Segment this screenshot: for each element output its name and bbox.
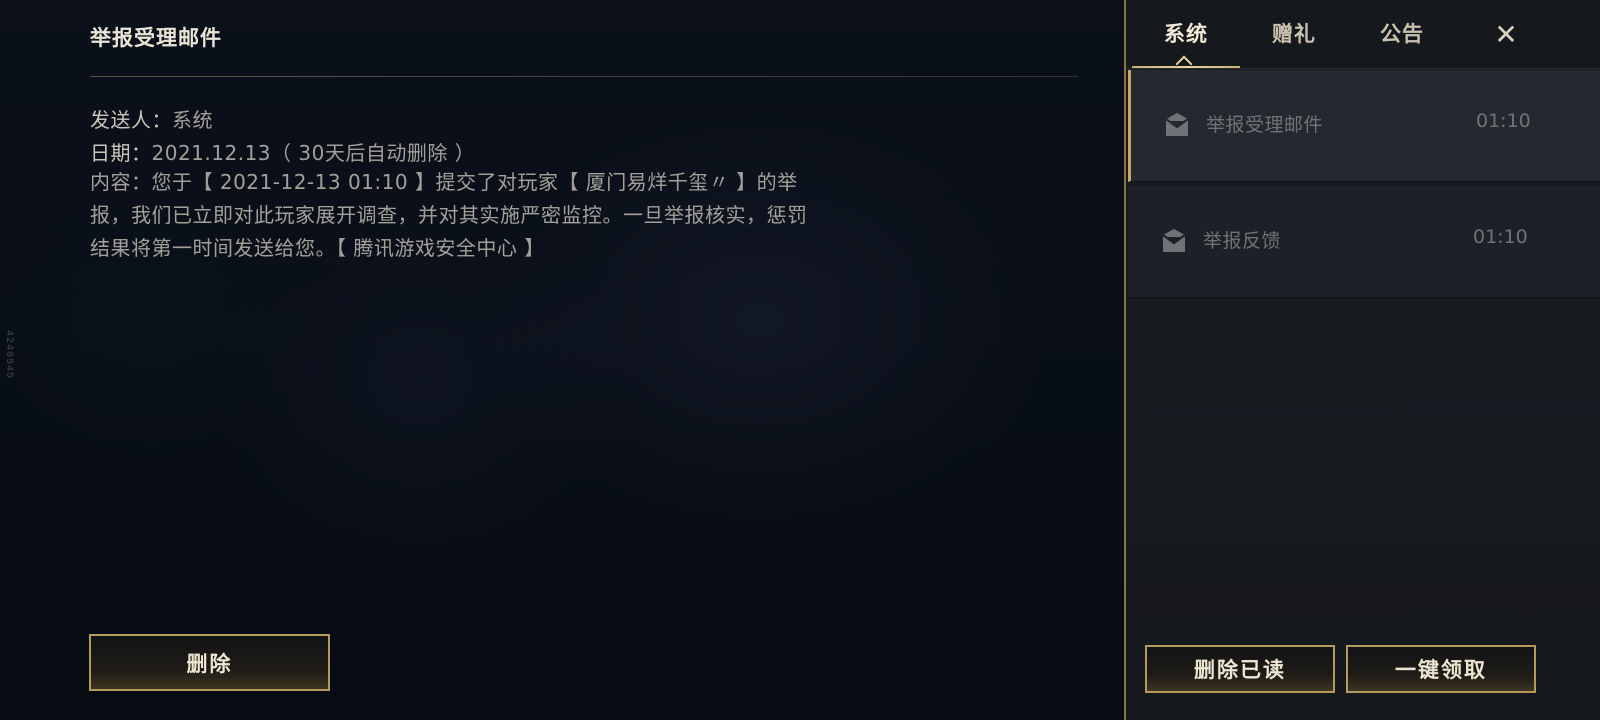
claim-all-button[interactable]: 一键领取 [1346,645,1536,693]
sender-label: 发送人： [90,108,172,132]
mail-list-panel: 系统 赠礼 公告 ✕ 举报受理邮件 01:10 举报反馈 01:10 删除已读 … [1124,0,1600,720]
delete-read-button[interactable]: 删除已读 [1145,645,1335,693]
date-value: 2021.12.13（ 30天后自动删除 ） [151,141,476,165]
watermark-text: 4240545 [3,330,14,380]
mail-item-time: 01:10 [1473,226,1528,248]
date-label: 日期： [90,141,152,165]
tab-gifts[interactable]: 赠礼 [1240,16,1348,50]
tab-system[interactable]: 系统 [1132,16,1240,50]
sender-line: 发送人：系统 [90,104,213,133]
mail-list-item[interactable]: 举报反馈 01:10 [1128,186,1600,298]
mail-icon [1162,229,1186,252]
tab-bar: 系统 赠礼 公告 ✕ [1126,0,1600,73]
mail-content: 内容：您于【 2021-12-13 01:10 】提交了对玩家【 厦门易烊千玺〃… [90,170,808,260]
mail-item-title: 举报受理邮件 [1206,114,1324,136]
title-divider [90,76,1078,77]
mail-icon [1165,113,1189,136]
mail-detail-title: 举报受理邮件 [90,26,222,50]
mail-list-item[interactable]: 举报受理邮件 01:10 [1128,70,1600,182]
mail-screen: 4240545 举报受理邮件 发送人：系统 日期：2021.12.13（ 30天… [0,0,1600,720]
close-icon[interactable]: ✕ [1486,14,1526,54]
sender-value: 系统 [172,108,213,132]
delete-button[interactable]: 删除 [89,634,330,691]
tab-announcements[interactable]: 公告 [1348,16,1456,50]
date-line: 日期：2021.12.13（ 30天后自动删除 ） [90,137,475,166]
mail-item-time: 01:10 [1476,110,1531,132]
mail-item-title: 举报反馈 [1203,230,1282,252]
tab-divider [1126,68,1600,69]
